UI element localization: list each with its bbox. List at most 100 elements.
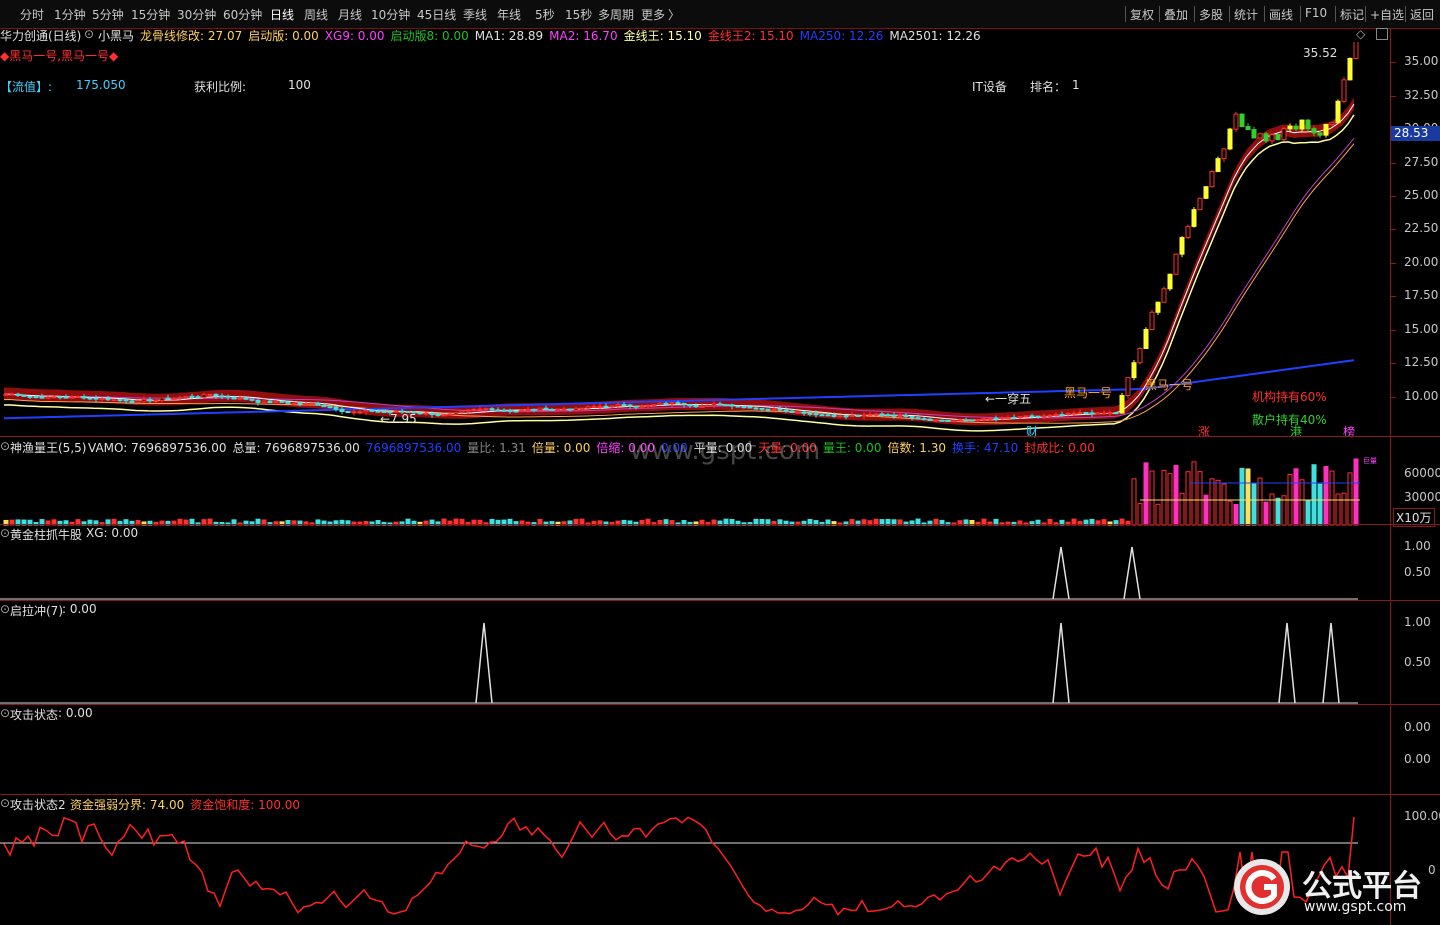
period-tab[interactable]: 分时 xyxy=(20,6,44,23)
candle xyxy=(843,415,849,418)
candle xyxy=(873,413,879,416)
signal-spike xyxy=(1123,546,1141,600)
candle xyxy=(1071,412,1077,415)
candle xyxy=(309,402,315,405)
price-tick: 12.50 xyxy=(1404,355,1439,370)
candle xyxy=(3,393,9,396)
candle xyxy=(1041,415,1047,418)
period-tab[interactable]: 30分钟 xyxy=(177,6,216,23)
diamond-icon[interactable]: ◇ xyxy=(1356,27,1365,41)
volume-bar xyxy=(1329,470,1335,526)
volume-bar xyxy=(1209,478,1215,526)
gold-signal-chart[interactable] xyxy=(0,525,1390,601)
candle xyxy=(1095,412,1101,415)
toolbar-button[interactable]: 统计 xyxy=(1234,6,1258,23)
period-tab[interactable]: 年线 xyxy=(497,6,521,23)
toolbar-separator xyxy=(1300,6,1301,22)
candle xyxy=(1137,347,1143,364)
candle xyxy=(1233,113,1239,130)
launch-signal-chart[interactable] xyxy=(0,601,1390,705)
toolbar-button[interactable]: 复权 xyxy=(1130,6,1154,23)
volume-bar xyxy=(1227,500,1233,526)
candle xyxy=(789,410,795,413)
volume-bar xyxy=(1335,493,1341,526)
candle xyxy=(1305,119,1311,130)
candle xyxy=(477,408,483,411)
candle xyxy=(591,405,597,408)
fund-strength-chart[interactable] xyxy=(0,795,1390,925)
candle xyxy=(729,404,735,407)
indicator-value: MA250: 12.26 xyxy=(799,29,884,43)
toolbar-button[interactable]: +自选 xyxy=(1370,6,1404,23)
volume-bar xyxy=(1143,462,1149,526)
candle xyxy=(435,414,441,417)
indicator-settings-icon[interactable]: ⊙ xyxy=(84,27,94,41)
low-price-label: ←7.95 xyxy=(380,412,417,426)
candle xyxy=(711,403,717,406)
candle xyxy=(1119,395,1125,414)
period-tab[interactable]: 15秒 xyxy=(565,6,592,23)
period-tab[interactable]: 季线 xyxy=(463,6,487,23)
period-tab[interactable]: 15分钟 xyxy=(131,6,170,23)
toolbar-button[interactable]: 多股 xyxy=(1199,6,1223,23)
candle xyxy=(1143,329,1149,349)
panel-toggle-icon[interactable] xyxy=(1376,28,1388,40)
volume-top-label: 巨量 xyxy=(1363,457,1377,465)
toolbar-separator xyxy=(1365,6,1366,22)
volume-bars[interactable] xyxy=(0,437,1390,527)
candle xyxy=(753,407,759,410)
candle xyxy=(1173,253,1179,275)
candle xyxy=(465,409,471,412)
logo-url: www.gspt.com xyxy=(1304,899,1407,915)
period-tab[interactable]: 60分钟 xyxy=(223,6,262,23)
candle xyxy=(213,393,219,397)
indicator-value: XG9: 0.00 xyxy=(324,29,385,43)
candle xyxy=(447,413,453,416)
period-tab[interactable]: 1分钟 xyxy=(54,6,86,23)
period-tab[interactable]: 10分钟 xyxy=(371,6,410,23)
candle xyxy=(1161,288,1167,303)
price-tick: 32.50 xyxy=(1404,87,1439,102)
volume-bar xyxy=(1245,468,1251,526)
period-tab[interactable]: 5秒 xyxy=(535,6,555,23)
toolbar-button[interactable]: F10 xyxy=(1305,6,1327,20)
candle xyxy=(279,400,285,403)
attack-settings-icon[interactable]: ⊙ xyxy=(0,706,10,720)
toolbar-button[interactable]: 画线 xyxy=(1269,6,1293,23)
candle xyxy=(165,397,171,400)
candle xyxy=(921,418,927,421)
candle xyxy=(939,419,945,422)
candle xyxy=(159,397,165,402)
volume-bar xyxy=(1233,503,1239,526)
volume-bar xyxy=(1131,478,1137,526)
signal-spike xyxy=(1278,622,1296,704)
period-tab[interactable]: 周线 xyxy=(304,6,328,23)
candle xyxy=(1155,301,1161,313)
candle xyxy=(603,405,609,408)
candle xyxy=(255,399,261,403)
more-arrow-icon[interactable]: 〉 xyxy=(668,6,680,23)
period-tab[interactable]: 45日线 xyxy=(417,6,456,23)
candle xyxy=(207,393,213,396)
candle xyxy=(759,407,765,410)
period-tab[interactable]: 多周期 xyxy=(598,6,634,23)
period-tab[interactable]: 月线 xyxy=(338,6,362,23)
period-tab[interactable]: 日线 xyxy=(270,6,294,23)
candle xyxy=(339,408,345,413)
attack-title: 攻击状态 xyxy=(10,708,59,722)
volume-bar xyxy=(1215,479,1221,526)
candle xyxy=(651,404,657,407)
candle xyxy=(525,408,531,411)
candle xyxy=(1203,186,1209,199)
volume-bar xyxy=(1197,471,1203,526)
period-tab[interactable]: 5分钟 xyxy=(92,6,124,23)
toolbar-button[interactable]: 叠加 xyxy=(1164,6,1188,23)
toolbar-button[interactable]: 标记 xyxy=(1340,6,1364,23)
toolbar-button[interactable]: 返回 xyxy=(1410,6,1434,23)
candle xyxy=(1329,122,1335,126)
volume-bar xyxy=(1317,483,1323,526)
candle xyxy=(1245,126,1251,131)
candle xyxy=(489,408,495,411)
period-tab[interactable]: 更多 xyxy=(641,6,665,23)
candle xyxy=(453,411,459,415)
